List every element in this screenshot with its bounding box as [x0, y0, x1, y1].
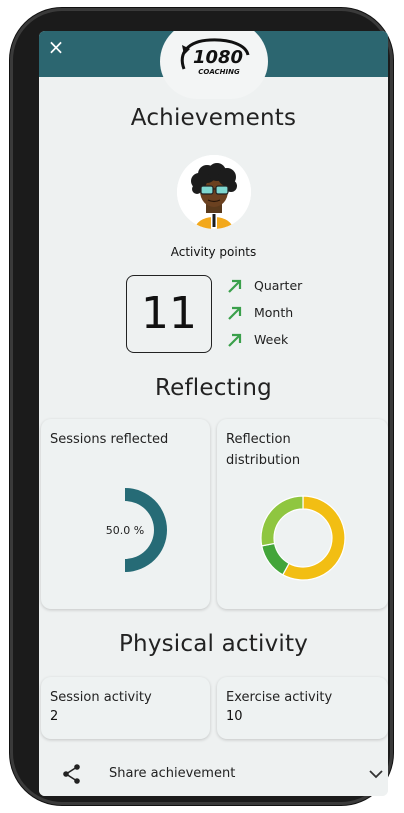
- distribution-segment-1: [261, 542, 290, 576]
- reflection-distribution-title-line2: distribution: [226, 453, 301, 468]
- trend-quarter: Quarter: [226, 277, 302, 294]
- reflection-distribution-card[interactable]: Reflection distribution: [217, 419, 388, 609]
- sessions-reflected-card[interactable]: Sessions reflected 50.0 %: [41, 419, 210, 609]
- exercise-activity-title: Exercise activity: [226, 690, 333, 705]
- achievements-title: Achievements: [130, 105, 297, 131]
- session-activity-value: 2: [50, 709, 59, 724]
- sessions-reflected-title: Sessions reflected: [50, 432, 169, 447]
- trend-week: Week: [226, 331, 288, 348]
- sessions-reflected-chart: 50.0 %: [106, 488, 167, 572]
- 1080-coaching-logo: 1080 COACHING: [180, 38, 250, 76]
- reflecting-title: Reflecting: [155, 375, 272, 401]
- share-icon: [63, 764, 80, 784]
- activity-points-value: 11: [126, 275, 212, 353]
- session-activity-title: Session activity: [50, 690, 152, 705]
- arrow-up-right-icon: [228, 333, 242, 347]
- share-achievement-button[interactable]: Share achievement: [39, 753, 388, 796]
- exercise-activity-value: 10: [226, 709, 243, 724]
- close-button[interactable]: ×: [45, 36, 67, 58]
- trend-month-label: Month: [254, 305, 294, 320]
- exercise-activity-card[interactable]: Exercise activity 10: [217, 677, 388, 739]
- avatar: [177, 155, 251, 229]
- avatar-illustration: [177, 155, 251, 229]
- logo-badge: 1080 COACHING: [160, 31, 268, 99]
- session-activity-card[interactable]: Session activity 2: [41, 677, 210, 739]
- trend-month: Month: [226, 304, 293, 321]
- physical-activity-title: Physical activity: [118, 631, 309, 657]
- arrow-up-right-icon: [228, 306, 242, 320]
- activity-points-label: Activity points: [170, 245, 257, 259]
- sessions-reflected-percent: 50.0 %: [106, 524, 144, 537]
- trend-quarter-label: Quarter: [254, 278, 303, 293]
- app-screen: × 1080 COACHING Achievements Activity po…: [39, 31, 388, 796]
- reflection-distribution-title-line1: Reflection: [226, 432, 291, 447]
- logo-text-coaching: COACHING: [198, 68, 240, 76]
- reflection-distribution-chart: [260, 495, 346, 581]
- trend-week-label: Week: [254, 332, 289, 347]
- distribution-segment-2: [260, 495, 304, 547]
- arrow-up-right-icon: [228, 279, 242, 293]
- phone-frame: × 1080 COACHING Achievements Activity po…: [10, 8, 393, 805]
- reflection-distribution-title: Reflection distribution: [226, 429, 300, 471]
- share-achievement-label: Share achievement: [109, 766, 236, 781]
- chevron-down-icon[interactable]: [367, 765, 385, 783]
- logo-text-1080: 1080: [193, 47, 243, 68]
